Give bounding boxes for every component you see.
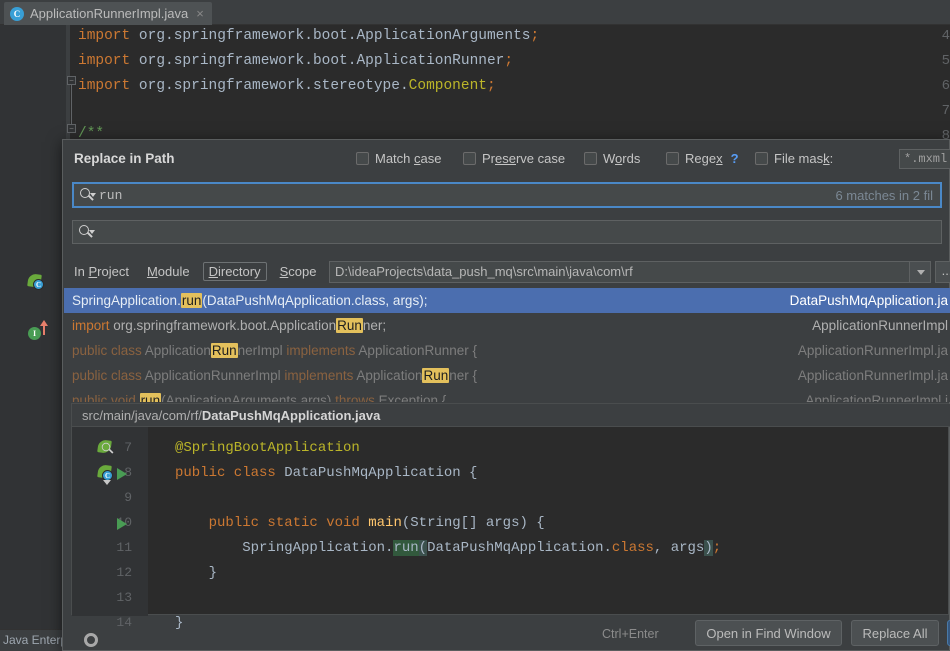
scope-option-in-project[interactable]: In Project [74, 264, 129, 279]
option-label-file-mask: File mask: [774, 151, 834, 166]
chevron-down-icon [917, 270, 925, 275]
editor-line-number: 5 [941, 53, 950, 69]
search-results-list[interactable]: SpringApplication.run(DataPushMqApplicat… [64, 288, 950, 402]
run-gutter-icon-class[interactable] [117, 468, 127, 480]
result-row[interactable]: SpringApplication.run(DataPushMqApplicat… [64, 288, 950, 313]
option-label-preserve-case: Preserve case [482, 151, 566, 166]
scope-option-module[interactable]: Module [147, 264, 190, 279]
replace-in-path-dialog: Replace in Path Match case Preserve case… [62, 139, 950, 651]
editor-code-line-4: import org.springframework.boot.Applicat… [78, 28, 540, 44]
preview-code-line: public class DataPushMqApplication { [175, 465, 478, 481]
editor-line-number: 7 [941, 103, 950, 119]
preview-code-line: public static void main(String[] args) { [208, 515, 545, 531]
editor-tab-bar: C ApplicationRunnerImpl.java × [0, 0, 950, 25]
result-row[interactable]: import org.springframework.boot.Applicat… [64, 313, 950, 338]
result-code-snippet: SpringApplication.run(DataPushMqApplicat… [72, 293, 428, 308]
regex-help-link[interactable]: ? [731, 151, 739, 166]
preview-line-number: 11 [116, 540, 132, 555]
replace-input[interactable] [72, 220, 942, 244]
match-count-label: 6 matches in 2 fil [835, 187, 933, 203]
breadcrumb-path: src/main/java/com/rf/ [82, 408, 202, 423]
option-label-match-case: Match case [375, 151, 442, 166]
class-icon: C [10, 6, 24, 21]
replace-all-button[interactable]: Replace All [851, 620, 939, 646]
result-code-snippet: import org.springframework.boot.Applicat… [72, 318, 387, 333]
preview-line-number: 9 [124, 490, 132, 505]
result-code-snippet: public void run(ApplicationArguments arg… [72, 393, 446, 402]
dialog-title: Replace in Path [74, 151, 175, 166]
implementing-method-gutter-icon[interactable]: I [28, 320, 48, 340]
directory-path-dropdown-button[interactable] [909, 261, 931, 283]
breadcrumb: src/main/java/com/rf/DataPushMqApplicati… [72, 404, 950, 427]
preview-line-number: 12 [116, 565, 132, 580]
scope-option-directory[interactable]: Directory [202, 262, 267, 281]
result-file-name: ApplicationRunnerImpl.j [805, 393, 948, 402]
spring-search-gutter-icon[interactable] [96, 439, 114, 458]
result-file-name: ApplicationRunnerImpl [812, 318, 948, 333]
option-preserve-case[interactable]: Preserve case [463, 151, 565, 166]
result-file-name: ApplicationRunnerImpl.ja [797, 368, 948, 383]
result-code-snippet: public class ApplicationRunnerImpl imple… [72, 343, 478, 358]
result-row[interactable]: public class ApplicationRunnerImpl imple… [64, 338, 950, 363]
scope-option-scope[interactable]: Scope [280, 264, 317, 279]
settings-gear-icon[interactable] [81, 630, 98, 647]
result-truncation-ellipsis: ..... [584, 393, 613, 402]
search-input[interactable]: run 6 matches in 2 fil [72, 182, 942, 208]
option-file-mask[interactable]: File mask: [755, 151, 833, 166]
browse-directory-button[interactable]: ... [935, 261, 950, 283]
fold-collapse-icon-6[interactable]: − [67, 76, 76, 85]
editor-tab-applicationrunnerimpl[interactable]: C ApplicationRunnerImpl.java × [4, 2, 212, 25]
dialog-button-bar: Ctrl+Enter Open in Find Window Replace A… [63, 614, 950, 650]
option-label-words: Words [603, 151, 641, 166]
preview-code-line: } [175, 565, 218, 581]
search-icon [78, 186, 96, 204]
open-in-find-window-button[interactable]: Open in Find Window [695, 620, 842, 646]
preview-code-line: @SpringBootApplication [175, 440, 360, 456]
checkbox-match-case[interactable] [356, 152, 369, 165]
option-words[interactable]: Words [584, 151, 640, 166]
scope-selector: In Project Module Directory Scope [74, 262, 317, 281]
checkbox-regex[interactable] [666, 152, 679, 165]
close-icon[interactable]: × [196, 6, 204, 21]
result-code-snippet: public class ApplicationRunnerImpl imple… [72, 368, 478, 383]
editor-line-number: 4 [941, 28, 950, 44]
directory-path-input[interactable]: D:\ideaProjects\data_push_mq\src\main\ja… [329, 261, 917, 283]
chevron-down-icon [90, 193, 96, 197]
editor-code-line-5: import org.springframework.boot.Applicat… [78, 53, 514, 69]
fold-guide-line [71, 84, 72, 128]
checkbox-words[interactable] [584, 152, 597, 165]
breadcrumb-file: DataPushMqApplication.java [201, 408, 381, 423]
checkbox-preserve-case[interactable] [463, 152, 476, 165]
fold-collapse-icon-8[interactable]: − [67, 124, 76, 133]
editor-line-number: 6 [941, 78, 950, 94]
run-gutter-icon-main[interactable] [117, 518, 127, 530]
checkbox-file-mask[interactable] [755, 152, 768, 165]
shortcut-hint-ctrl-enter: Ctrl+Enter [602, 627, 659, 641]
result-preview-panel: src/main/java/com/rf/DataPushMqApplicati… [71, 403, 950, 631]
result-file-name: ApplicationRunnerImpl.ja [797, 343, 948, 358]
result-row[interactable]: public void run(ApplicationArguments arg… [64, 388, 950, 402]
result-file-name: DataPushMqApplication.ja [789, 293, 948, 308]
option-label-regex: Regex [685, 151, 723, 166]
file-mask-input[interactable]: *.mxml [899, 149, 950, 169]
option-match-case[interactable]: Match case [356, 151, 441, 166]
editor-code-line-6: import org.springframework.stereotype.Co… [78, 78, 496, 94]
preview-line-number: 13 [116, 590, 132, 605]
chevron-down-icon [89, 230, 95, 234]
search-input-value: run [99, 187, 123, 203]
option-regex[interactable]: Regex ? [666, 151, 739, 166]
spring-bean-gutter-icon[interactable]: C [27, 273, 44, 290]
application-window: DataPushMqApplication C ApplicationRunne… [0, 0, 950, 651]
preview-code-line: SpringApplication.run(DataPushMqApplicat… [175, 540, 722, 556]
result-row[interactable]: public class ApplicationRunnerImpl imple… [64, 363, 950, 388]
editor-tab-label: ApplicationRunnerImpl.java [30, 6, 189, 21]
search-icon [77, 223, 95, 241]
status-bar-item-java-enterprise[interactable]: Java Enterpr [3, 633, 71, 647]
spring-bean-gutter-icon[interactable]: C [96, 464, 114, 485]
